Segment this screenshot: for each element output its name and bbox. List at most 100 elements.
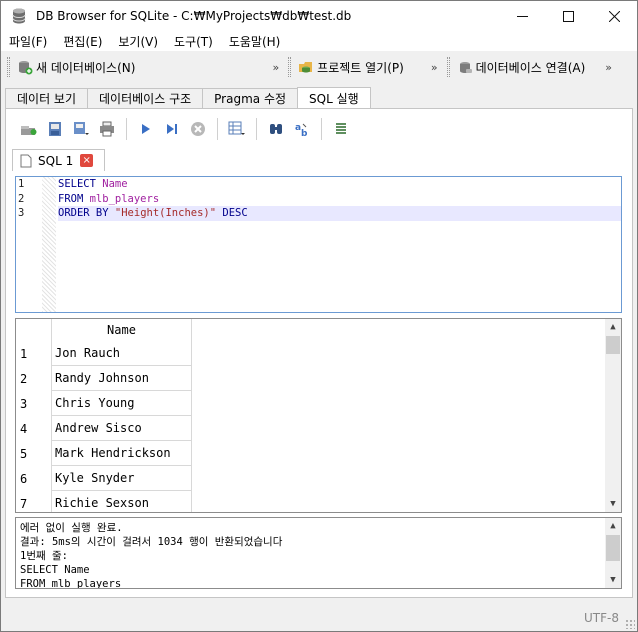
cell-name[interactable]: Richie Sexson — [52, 491, 192, 512]
save-results-button[interactable] — [224, 117, 250, 141]
execute-all-button[interactable] — [133, 117, 159, 141]
save-icon — [74, 122, 89, 135]
close-window-button[interactable] — [591, 1, 637, 31]
toolbar-grip[interactable] — [7, 57, 10, 77]
scroll-down-icon[interactable]: ▼ — [605, 496, 621, 512]
table-row[interactable]: 3 Chris Young — [16, 391, 192, 416]
size-grip[interactable] — [625, 619, 635, 629]
message-log[interactable]: 에러 없이 실행 완료. 결과: 5ms의 시간이 걸려서 1034 행이 반환되… — [15, 517, 622, 589]
save-sql-file-button[interactable] — [68, 117, 94, 141]
row-number[interactable]: 3 — [16, 391, 52, 416]
line-number-gutter: 1 2 3 — [16, 177, 42, 312]
open-file-icon — [49, 122, 61, 136]
scroll-up-icon[interactable]: ▲ — [605, 518, 621, 534]
code-line[interactable]: SELECT Name — [58, 177, 621, 192]
toolbar-overflow-1[interactable]: » — [269, 61, 282, 74]
menu-edit[interactable]: 편집(E) — [55, 33, 110, 50]
sql-editor-tab[interactable]: SQL 1 × — [12, 149, 105, 171]
fold-margin — [42, 177, 56, 312]
toolbar-grip-3[interactable] — [446, 57, 450, 77]
close-tab-icon[interactable]: × — [80, 154, 94, 167]
table-row[interactable]: 4 Andrew Sisco — [16, 416, 192, 441]
open-sql-file-button[interactable] — [42, 117, 68, 141]
cell-name[interactable]: Chris Young — [52, 391, 192, 416]
menu-help[interactable]: 도움말(H) — [221, 33, 289, 50]
save-results-icon — [228, 121, 245, 135]
scroll-thumb[interactable] — [606, 535, 620, 561]
cell-name[interactable]: Mark Hendrickson — [52, 441, 192, 466]
scroll-down-icon[interactable]: ▼ — [605, 572, 621, 588]
maximize-button[interactable] — [545, 1, 591, 31]
row-number[interactable]: 1 — [16, 341, 52, 366]
play-icon — [142, 124, 150, 134]
tab-database-structure[interactable]: 데이터베이스 구조 — [87, 88, 204, 108]
results-grid[interactable]: Name ▲ ▼ 1 Jon Rauch 2 Randy Johnson 3 Chris … — [15, 318, 622, 513]
execute-current-line-button[interactable] — [159, 117, 185, 141]
menu-tools[interactable]: 도구(T) — [166, 33, 221, 50]
encoding-label: UTF-8 — [584, 611, 619, 625]
app-window: DB Browser for SQLite - C:₩MyProjects₩db… — [0, 0, 638, 632]
row-number[interactable]: 7 — [16, 491, 52, 512]
open-tab-button[interactable] — [16, 117, 42, 141]
table-row[interactable]: 5 Mark Hendrickson — [16, 441, 192, 466]
row-number[interactable]: 2 — [16, 366, 52, 391]
comment-block-button[interactable] — [328, 117, 354, 141]
column-header-name[interactable]: Name — [52, 319, 192, 341]
sql-editor[interactable]: 123 SELECT Name FROM mlb_players ORDER BY … — [15, 176, 622, 313]
code-line[interactable]: FROM mlb_players — [58, 192, 621, 207]
code-token: FROM — [58, 192, 90, 205]
menu-file[interactable]: 파일(F) — [1, 33, 55, 50]
new-database-button[interactable]: 새 데이터베이스(N) — [14, 55, 138, 79]
new-database-label: 새 데이터베이스(N) — [36, 60, 136, 75]
scroll-thumb[interactable] — [606, 336, 620, 354]
line-number: 2 — [18, 192, 25, 205]
toolbar-grip-2[interactable] — [288, 57, 292, 77]
message-line: FROM mlb_players — [20, 578, 122, 589]
toolbar-overflow-2[interactable]: » — [428, 61, 441, 74]
line-number: 1 — [18, 178, 25, 190]
open-project-icon — [299, 62, 313, 73]
menu-bar: 파일(F) 편집(E) 보기(V) 도구(T) 도움말(H) — [1, 31, 637, 51]
svg-text:b: b — [301, 129, 308, 137]
table-row[interactable]: 7 Richie Sexson — [16, 491, 192, 512]
toolbar-separator — [217, 118, 218, 140]
tab-execute-sql[interactable]: SQL 실행 — [297, 87, 371, 109]
title-bar: DB Browser for SQLite - C:₩MyProjects₩db… — [1, 1, 637, 31]
code-line[interactable]: ORDER BY "Height(Inches)" DESC — [58, 206, 621, 221]
scroll-up-icon[interactable]: ▲ — [605, 319, 621, 335]
message-scrollbar[interactable]: ▲ ▼ — [605, 518, 621, 588]
row-number[interactable]: 5 — [16, 441, 52, 466]
find-button[interactable] — [263, 117, 289, 141]
new-database-icon — [19, 61, 33, 75]
minimize-button[interactable] — [499, 1, 545, 31]
cell-name[interactable]: Jon Rauch — [52, 341, 192, 366]
new-tab-icon — [21, 126, 37, 135]
print-button[interactable] — [94, 117, 120, 141]
menu-view[interactable]: 보기(V) — [110, 33, 166, 50]
window-title: DB Browser for SQLite - C:₩MyProjects₩db… — [36, 9, 352, 23]
tab-browse-data[interactable]: 데이터 보기 — [5, 88, 89, 108]
table-row[interactable]: 2 Randy Johnson — [16, 366, 192, 391]
row-number[interactable]: 6 — [16, 466, 52, 491]
table-row[interactable]: 1 Jon Rauch — [16, 341, 192, 366]
main-toolbar: 새 데이터베이스(N) » 프로젝트 열기(P) » 데이터베이스 연결(A) … — [1, 52, 637, 82]
results-scrollbar[interactable]: ▲ ▼ — [605, 319, 621, 512]
row-number[interactable]: 4 — [16, 416, 52, 441]
main-tab-bar: 데이터 보기 데이터베이스 구조 Pragma 수정 SQL 실행 — [5, 87, 371, 109]
stop-execution-button[interactable] — [185, 117, 211, 141]
row-number-header — [16, 319, 52, 341]
cell-name[interactable]: Randy Johnson — [52, 366, 192, 391]
find-replace-button[interactable]: ab — [289, 117, 315, 141]
play-line-icon — [167, 124, 177, 134]
attach-database-icon — [459, 62, 472, 73]
cell-name[interactable]: Andrew Sisco — [52, 416, 192, 441]
tab-edit-pragmas[interactable]: Pragma 수정 — [202, 88, 299, 108]
toolbar-overflow-3[interactable]: » — [602, 61, 615, 74]
open-project-label: 프로젝트 열기(P) — [317, 60, 404, 75]
cell-name[interactable]: Kyle Snyder — [52, 466, 192, 491]
find-replace-icon: ab — [295, 123, 308, 137]
attach-database-button[interactable]: 데이터베이스 연결(A) — [454, 55, 589, 79]
open-project-button[interactable]: 프로젝트 열기(P) — [295, 55, 407, 79]
sql-code[interactable]: SELECT Name FROM mlb_players ORDER BY "Hei… — [58, 177, 621, 221]
table-row[interactable]: 6 Kyle Snyder — [16, 466, 192, 491]
